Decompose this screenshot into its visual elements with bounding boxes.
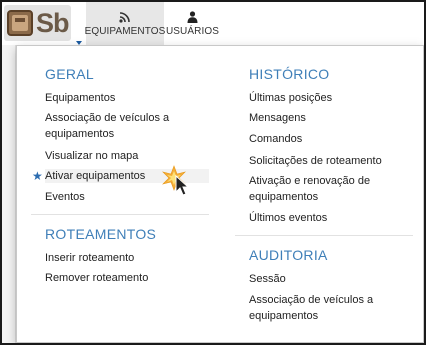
box-logo-icon [7,10,33,36]
section-title-historico: HISTÓRICO [249,66,330,82]
menu-item-ultimas-posicoes[interactable]: Últimas posições [249,91,332,105]
section-title-geral: GERAL [45,66,94,82]
menu-item-auditoria-associacao-line2[interactable]: equipamentos [249,309,318,323]
section-title-roteamentos: ROTEAMENTOS [45,226,157,242]
equipamentos-dropdown-menu: GERAL Equipamentos Associação de veículo… [16,45,424,343]
nav-usuarios-label: USUÁRIOS [165,26,220,37]
menu-item-inserir-roteamento[interactable]: Inserir roteamento [45,251,134,265]
menu-item-solicitacoes-roteamento[interactable]: Solicitações de roteamento [249,154,382,168]
menu-item-sessao[interactable]: Sessão [249,272,286,286]
app-logo[interactable]: Sb [4,5,82,45]
menu-item-ativacao-renovacao-line2[interactable]: equipamentos [249,190,318,204]
menu-item-auditoria-associacao-line1[interactable]: Associação de veículos a [249,293,373,307]
menu-item-comandos[interactable]: Comandos [249,132,302,146]
background-content [2,45,16,343]
rss-icon [119,11,131,23]
section-divider [235,235,413,236]
menu-item-associacao-veiculos-line2[interactable]: equipamentos [45,127,114,141]
section-title-auditoria: AUDITORIA [249,247,328,263]
menu-item-ultimos-eventos[interactable]: Últimos eventos [249,211,327,225]
menu-item-equipamentos[interactable]: Equipamentos [45,91,115,105]
logo-text: Sb [36,7,70,38]
top-navbar: Sb EQUIPAMENTOS USUÁRIOS [2,2,424,45]
user-icon [187,11,198,23]
app-window: Sb EQUIPAMENTOS USUÁRIOS GERAL Equipamen… [0,0,426,345]
nav-equipamentos-label: EQUIPAMENTOS [84,26,166,37]
star-icon: ★ [32,169,43,183]
menu-item-ativacao-renovacao-line1[interactable]: Ativação e renovação de [249,174,370,188]
mouse-cursor-icon [160,163,200,197]
section-divider [31,214,209,215]
nav-usuarios[interactable]: USUÁRIOS [165,2,220,45]
menu-item-remover-roteamento[interactable]: Remover roteamento [45,271,148,285]
menu-item-visualizar-mapa[interactable]: Visualizar no mapa [45,149,138,163]
menu-item-mensagens[interactable]: Mensagens [249,111,306,125]
nav-equipamentos[interactable]: EQUIPAMENTOS [84,2,166,45]
menu-item-eventos[interactable]: Eventos [45,190,85,204]
menu-item-associacao-veiculos-line1[interactable]: Associação de veículos a [45,111,169,125]
